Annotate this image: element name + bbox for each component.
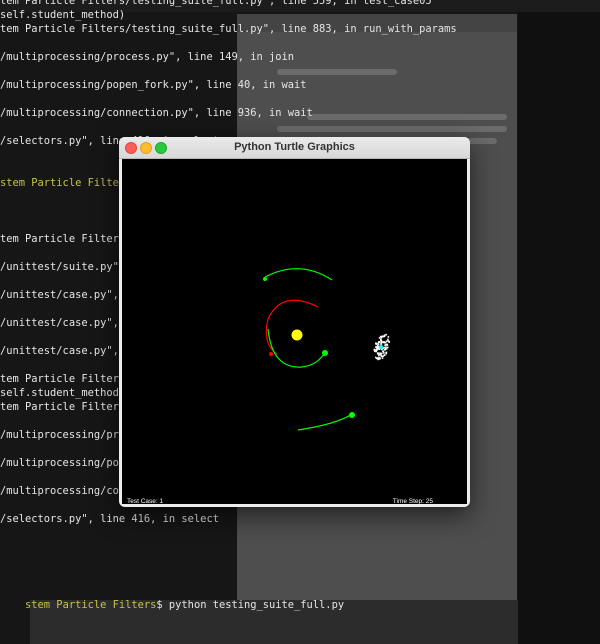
particle [383, 352, 385, 354]
terminal-line: self.student_method) [0, 9, 126, 21]
terminal-line: tem Particle Filters/testing_suite_full.… [0, 0, 432, 7]
particle [385, 333, 387, 336]
particle [383, 341, 386, 343]
particle [378, 337, 381, 339]
particle [376, 345, 378, 348]
terminal-line: tem Particle Filters/ [0, 373, 132, 385]
particle [381, 355, 383, 358]
particle [380, 343, 382, 345]
particle [383, 354, 386, 357]
particle [376, 344, 379, 347]
particle [387, 340, 389, 342]
particle [387, 336, 390, 338]
particle [385, 351, 388, 354]
turtle-graphics-window[interactable]: Python Turtle Graphics Test Case: 1 Time… [119, 137, 470, 507]
particle [380, 341, 383, 343]
satellite-marker [263, 277, 267, 281]
estimate-trail [265, 299, 319, 355]
particle [373, 348, 376, 351]
window-titlebar[interactable]: Python Turtle Graphics [119, 137, 470, 159]
terminal-line: /multiprocessing/connection.py", line 93… [0, 107, 313, 119]
particle [385, 346, 387, 348]
terminal-line: /unittest/case.py", l [0, 345, 132, 357]
particle [378, 353, 381, 356]
terminal-line: stem Particle Filters [0, 177, 132, 189]
terminal-line: /unittest/case.py", l [0, 289, 132, 301]
satellite-orbit-trail [264, 268, 333, 281]
particle [386, 343, 388, 346]
estimate-marker [269, 352, 273, 356]
time-step-label: Time Step: 25 [392, 498, 433, 505]
particle [379, 357, 381, 359]
particle [375, 342, 377, 344]
simulation-drawing [263, 268, 391, 431]
prompt-command: $ python testing_suite_full.py [156, 599, 345, 611]
terminal-line: /unittest/case.py", l [0, 317, 132, 329]
target-marker [379, 345, 383, 349]
satellite-marker [322, 350, 328, 356]
satellite-orbit-trail [297, 413, 353, 431]
terminal-line: /multiprocessing/proc [0, 429, 132, 441]
terminal-line: /selectors.py", line 416, in select [0, 513, 219, 525]
terminal-line: /unittest/suite.py", [0, 261, 126, 273]
particle [376, 357, 378, 360]
satellite-marker [349, 412, 355, 418]
particle [380, 339, 382, 341]
prompt-path: stem Particle Filters [25, 599, 157, 611]
particle [381, 352, 383, 355]
particle [376, 349, 378, 351]
particle [384, 347, 387, 350]
particle [377, 358, 379, 361]
particle [378, 341, 381, 343]
planet [291, 329, 303, 341]
turtle-canvas[interactable]: Test Case: 1 Time Step: 25 [122, 159, 467, 505]
window-title: Python Turtle Graphics [234, 141, 355, 153]
terminal-line: /multiprocessing/process.py", line 149, … [0, 51, 295, 63]
terminal-line: tem Particle Filters/testing_suite_full.… [0, 23, 457, 35]
particle [382, 335, 384, 338]
terminal-line: tem Particle Filters/ [0, 233, 132, 245]
particle [376, 353, 379, 355]
blurred-text [307, 114, 507, 120]
terminal-line: /multiprocessing/popen_fork.py", line 40… [0, 79, 307, 91]
particle [383, 334, 386, 337]
test-case-label: Test Case: 1 [127, 498, 164, 505]
particle [387, 338, 389, 341]
particle [382, 350, 384, 353]
blurred-text [277, 69, 397, 75]
side-panel [518, 12, 600, 644]
particle [385, 340, 388, 343]
terminal-line: tem Particle Filters/ [0, 401, 132, 413]
particle [381, 357, 384, 359]
terminal-line: self.student_method) [0, 387, 126, 399]
blurred-text [277, 126, 507, 132]
terminal-line: /multiprocessing/pope [0, 457, 132, 469]
terminal-prompt[interactable]: stem Particle Filters$ python testing_su… [0, 584, 344, 626]
